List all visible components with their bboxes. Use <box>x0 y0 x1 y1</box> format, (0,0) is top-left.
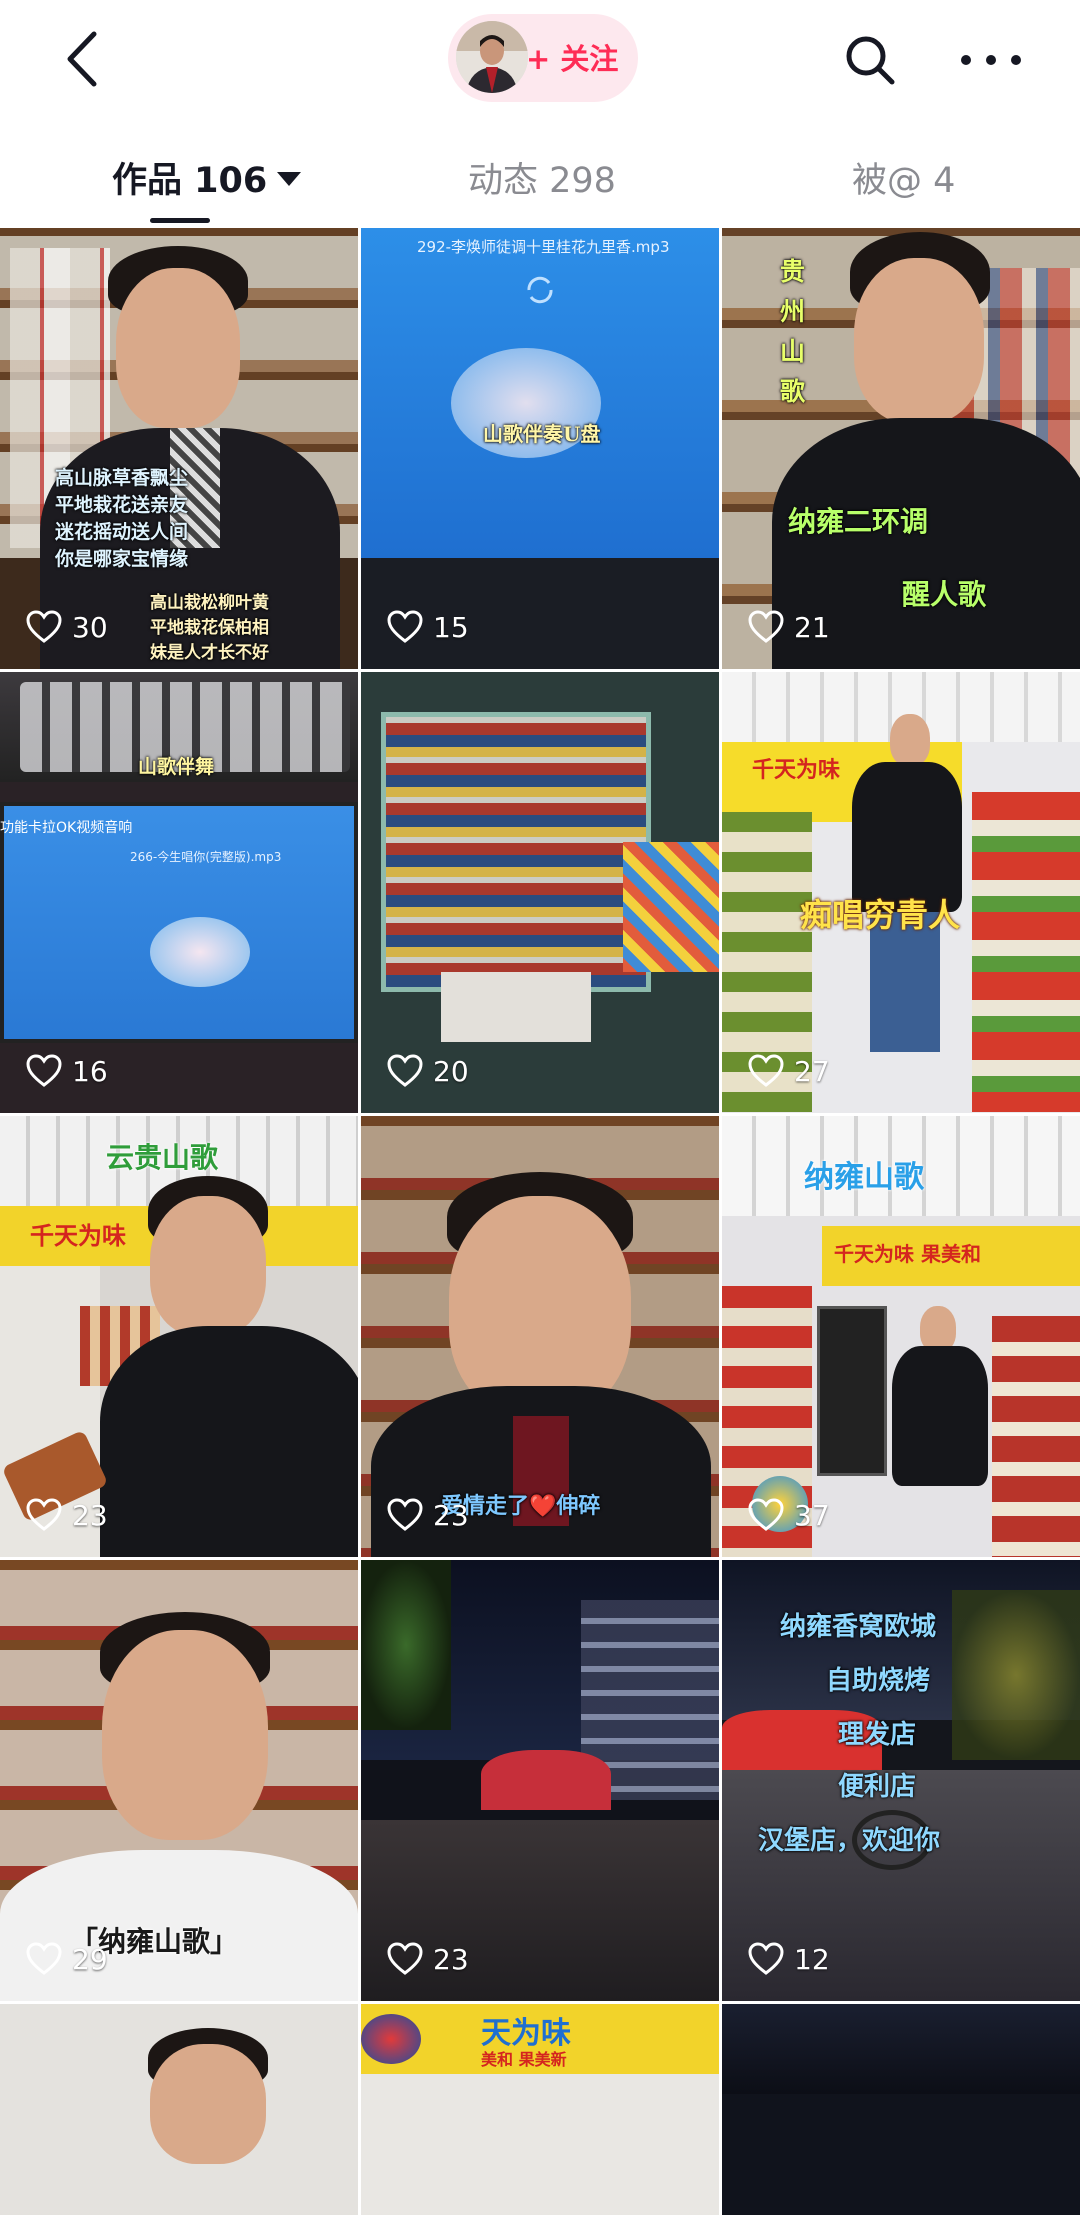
video-tile[interactable]: 20 <box>361 672 719 1113</box>
video-caption: 266-今生唱你(完整版).mp3 <box>130 850 282 864</box>
video-caption: 痴唱穷青人 <box>800 896 961 934</box>
like-count-value: 27 <box>794 1054 830 1088</box>
video-tile[interactable]: 爱情走了❤️伸碎 23 <box>361 1116 719 1557</box>
heart-icon <box>387 610 423 643</box>
like-count-value: 29 <box>72 1942 108 1976</box>
video-caption: 高山栽松柳叶黄 <box>150 593 269 613</box>
video-tile[interactable]: 高山脉草香飘尘 平地栽花送亲友 迷花摇动送人间 你是哪家宝情缘 高山栽松柳叶黄 … <box>0 228 358 669</box>
tab-mentions-label: 被@ 4 <box>852 161 956 201</box>
like-count: 37 <box>748 1497 830 1533</box>
video-caption: 你是哪家宝情缘 <box>55 548 189 570</box>
video-tile[interactable]: 23 <box>361 1560 719 2001</box>
like-count: 27 <box>748 1053 830 1089</box>
video-caption: 平地栽花保柏相 <box>150 618 269 638</box>
video-tile[interactable] <box>722 2004 1080 2215</box>
like-count-value: 23 <box>72 1498 108 1532</box>
video-caption: 州 <box>780 297 806 326</box>
video-tile[interactable]: 千天为味 云贵山歌 23 <box>0 1116 358 1557</box>
heart-icon <box>26 1054 62 1087</box>
video-caption: 纳雍香窝欧城 <box>780 1612 937 1642</box>
like-count: 29 <box>26 1941 108 1977</box>
like-count-value: 21 <box>794 610 830 644</box>
tab-works[interactable]: 作品 106 <box>112 152 302 203</box>
like-count: 15 <box>387 609 469 645</box>
video-caption: 纳雍山歌 <box>804 1160 924 1195</box>
like-count: 16 <box>26 1053 108 1089</box>
like-count-value: 20 <box>433 1054 469 1088</box>
heart-icon <box>748 1054 784 1087</box>
video-caption: 千天为味 <box>30 1221 126 1250</box>
video-caption: 自助烧烤 <box>826 1666 931 1696</box>
like-count: 23 <box>387 1941 469 1977</box>
video-caption: 美和 果美新 <box>481 2050 567 2069</box>
heart-icon <box>26 610 62 643</box>
video-caption: 高山脉草香飘尘 <box>55 467 189 489</box>
like-count: 30 <box>26 609 108 645</box>
tab-activity-label: 动态 298 <box>468 161 616 201</box>
video-caption: 纳雍二环调 <box>788 505 929 538</box>
heart-icon <box>26 1498 62 1531</box>
loading-icon <box>527 276 553 304</box>
video-caption: 便利店 <box>838 1772 917 1802</box>
video-tile[interactable]: 292-李焕师徒调十里桂花九里香.mp3 山歌伴奏U盘 15 <box>361 228 719 669</box>
like-count: 21 <box>748 609 830 645</box>
tab-mentions[interactable]: 被@ 4 <box>852 152 955 203</box>
video-caption: 平地栽花送亲友 <box>55 494 189 516</box>
like-count: 12 <box>748 1941 830 1977</box>
like-count: 23 <box>26 1497 108 1533</box>
video-tile[interactable]: 纳雍香窝欧城 自助烧烤 理发店 便利店 汉堡店，欢迎你 12 <box>722 1560 1080 2001</box>
tab-activity[interactable]: 动态 298 <box>468 152 616 203</box>
like-count-value: 15 <box>433 610 469 644</box>
like-count-value: 16 <box>72 1054 108 1088</box>
tab-active-indicator <box>150 218 210 223</box>
caret-down-icon[interactable] <box>277 172 302 186</box>
like-count-value: 30 <box>72 610 108 644</box>
video-caption: 292-李焕师徒调十里桂花九里香.mp3 <box>417 238 670 256</box>
follow-label: + 关注 <box>526 42 619 76</box>
like-count-value: 12 <box>794 1942 830 1976</box>
video-caption: 迷花摇动送人间 <box>55 521 189 543</box>
video-caption: 云贵山歌 <box>106 1141 219 1174</box>
heart-icon <box>387 1054 423 1087</box>
video-tile[interactable]: 贵 州 山 歌 纳雍二环调 醒人歌 21 <box>722 228 1080 669</box>
heart-icon <box>748 610 784 643</box>
back-arrow-icon[interactable] <box>58 28 112 90</box>
video-caption: 千天为味 果美和 <box>834 1242 981 1266</box>
like-count-value: 37 <box>794 1498 830 1532</box>
heart-icon <box>748 1498 784 1531</box>
video-caption: 山 <box>780 337 806 366</box>
avatar[interactable] <box>456 21 528 93</box>
follow-button[interactable]: + 关注 <box>448 14 638 102</box>
video-tile[interactable] <box>0 2004 358 2215</box>
like-count-value: 23 <box>433 1498 469 1532</box>
video-caption: 醒人歌 <box>902 578 987 611</box>
search-icon[interactable] <box>840 30 900 90</box>
video-tile[interactable]: 天为味 美和 果美新 <box>361 2004 719 2215</box>
video-caption: 歌 <box>780 377 806 406</box>
tab-works-label: 作品 106 <box>112 161 268 201</box>
video-caption: 理发店 <box>838 1720 917 1750</box>
video-caption: 功能卡拉OK视频音响 <box>0 820 133 836</box>
video-caption: 汉堡店，欢迎你 <box>758 1826 941 1856</box>
like-count: 20 <box>387 1053 469 1089</box>
video-caption: 山歌伴舞 <box>138 756 215 778</box>
top-bar: + 关注 <box>0 0 1080 118</box>
video-tile[interactable]: 千天为味 痴唱穷青人 27 <box>722 672 1080 1113</box>
video-caption: 山歌伴奏U盘 <box>483 422 601 446</box>
heart-icon <box>748 1942 784 1975</box>
heart-icon <box>387 1498 423 1531</box>
video-caption: 贵 <box>780 257 806 286</box>
video-tile[interactable]: 山歌伴舞 功能卡拉OK视频音响 266-今生唱你(完整版).mp3 16 <box>0 672 358 1113</box>
more-options-icon[interactable] <box>956 40 1026 80</box>
like-count-value: 23 <box>433 1942 469 1976</box>
video-tile[interactable]: 「纳雍山歌」 29 <box>0 1560 358 2001</box>
like-count: 23 <box>387 1497 469 1533</box>
heart-icon <box>26 1942 62 1975</box>
video-caption: 妹是人才长不好 <box>150 643 269 663</box>
heart-icon <box>387 1942 423 1975</box>
profile-tabs: 作品 106 动态 298 被@ 4 <box>0 140 1080 230</box>
video-tile[interactable]: 千天为味 果美和 纳雍山歌 37 <box>722 1116 1080 1557</box>
video-caption: 千天为味 <box>752 757 841 783</box>
